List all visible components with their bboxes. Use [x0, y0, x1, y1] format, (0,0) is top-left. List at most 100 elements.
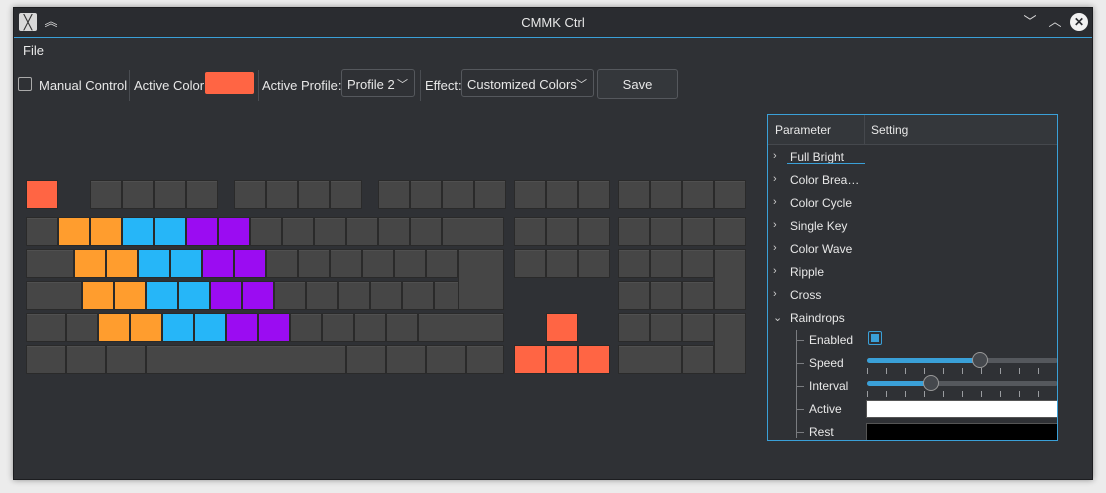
tree-item-single-key[interactable]: › Single Key [768, 215, 1057, 238]
key[interactable] [314, 217, 346, 246]
key[interactable] [290, 313, 322, 342]
key[interactable] [514, 217, 546, 246]
key[interactable] [714, 313, 746, 374]
manual-control-label[interactable]: Manual Control [39, 78, 127, 93]
key[interactable] [266, 249, 298, 278]
key[interactable] [546, 180, 578, 209]
key[interactable] [714, 180, 746, 209]
key[interactable] [618, 313, 650, 342]
key[interactable] [170, 249, 202, 278]
key[interactable] [330, 180, 362, 209]
key[interactable] [402, 281, 434, 310]
key[interactable] [90, 180, 122, 209]
key[interactable] [266, 180, 298, 209]
key[interactable] [346, 217, 378, 246]
key[interactable] [218, 217, 250, 246]
key[interactable] [298, 249, 330, 278]
key[interactable] [114, 281, 146, 310]
key[interactable] [378, 180, 410, 209]
maximize-icon[interactable]: ︿ [1046, 13, 1064, 31]
key[interactable] [106, 345, 146, 374]
key[interactable] [514, 180, 546, 209]
key[interactable] [546, 345, 578, 374]
key[interactable] [26, 180, 58, 209]
active-color-swatch[interactable] [205, 72, 254, 94]
menu-file[interactable]: File [23, 43, 44, 58]
key[interactable] [618, 345, 682, 374]
key[interactable] [682, 249, 714, 278]
key[interactable] [546, 249, 578, 278]
key[interactable] [578, 249, 610, 278]
key[interactable] [242, 281, 274, 310]
key[interactable] [194, 313, 226, 342]
key[interactable] [26, 345, 66, 374]
key[interactable] [26, 217, 58, 246]
key[interactable] [202, 249, 234, 278]
key[interactable] [282, 217, 314, 246]
key[interactable] [226, 313, 258, 342]
key[interactable] [234, 249, 266, 278]
key[interactable] [458, 249, 504, 310]
key[interactable] [258, 313, 290, 342]
effect-select[interactable]: Customized Colors ﹀ [461, 69, 594, 97]
key[interactable] [306, 281, 338, 310]
active-color-picker[interactable] [866, 400, 1057, 418]
key[interactable] [386, 313, 418, 342]
tree-item-color-breathing[interactable]: › Color Brea… [768, 169, 1057, 192]
minimize-icon[interactable]: ﹀ [1021, 13, 1039, 31]
key[interactable] [146, 281, 178, 310]
key[interactable] [546, 217, 578, 246]
key[interactable] [122, 217, 154, 246]
key[interactable] [546, 313, 578, 342]
key[interactable] [82, 281, 114, 310]
key[interactable] [370, 281, 402, 310]
key[interactable] [386, 345, 426, 374]
key[interactable] [210, 281, 242, 310]
key[interactable] [234, 180, 266, 209]
key[interactable] [426, 345, 466, 374]
key[interactable] [138, 249, 170, 278]
key[interactable] [578, 217, 610, 246]
key[interactable] [362, 249, 394, 278]
key[interactable] [618, 249, 650, 278]
key[interactable] [346, 345, 386, 374]
key[interactable] [578, 180, 610, 209]
key[interactable] [74, 249, 106, 278]
key[interactable] [418, 313, 504, 342]
manual-control-checkbox[interactable] [18, 77, 32, 91]
key[interactable] [682, 313, 714, 342]
key[interactable] [122, 180, 154, 209]
interval-slider[interactable] [867, 375, 1057, 397]
key[interactable] [66, 313, 98, 342]
key[interactable] [354, 313, 386, 342]
key[interactable] [146, 345, 346, 374]
tree-item-ripple[interactable]: › Ripple [768, 261, 1057, 284]
key[interactable] [410, 180, 442, 209]
key[interactable] [650, 180, 682, 209]
header-setting[interactable]: Setting [871, 123, 908, 137]
key[interactable] [26, 313, 66, 342]
key[interactable] [682, 345, 714, 374]
key[interactable] [250, 217, 282, 246]
close-icon[interactable]: ✕ [1070, 13, 1088, 31]
key[interactable] [90, 217, 122, 246]
rest-color-picker[interactable] [866, 423, 1057, 440]
key[interactable] [618, 281, 650, 310]
key[interactable] [26, 281, 82, 310]
key[interactable] [514, 345, 546, 374]
key[interactable] [394, 249, 426, 278]
key[interactable] [410, 217, 442, 246]
speed-slider[interactable] [867, 352, 1057, 374]
key[interactable] [650, 249, 682, 278]
tree-item-color-cycle[interactable]: › Color Cycle [768, 192, 1057, 215]
header-parameter[interactable]: Parameter [775, 123, 831, 137]
key[interactable] [514, 249, 546, 278]
enabled-checkbox[interactable] [868, 331, 882, 345]
key[interactable] [338, 281, 370, 310]
key[interactable] [186, 180, 218, 209]
key[interactable] [714, 249, 746, 310]
key[interactable] [466, 345, 504, 374]
key[interactable] [98, 313, 130, 342]
tree-item-cross[interactable]: › Cross [768, 284, 1057, 307]
key[interactable] [650, 217, 682, 246]
